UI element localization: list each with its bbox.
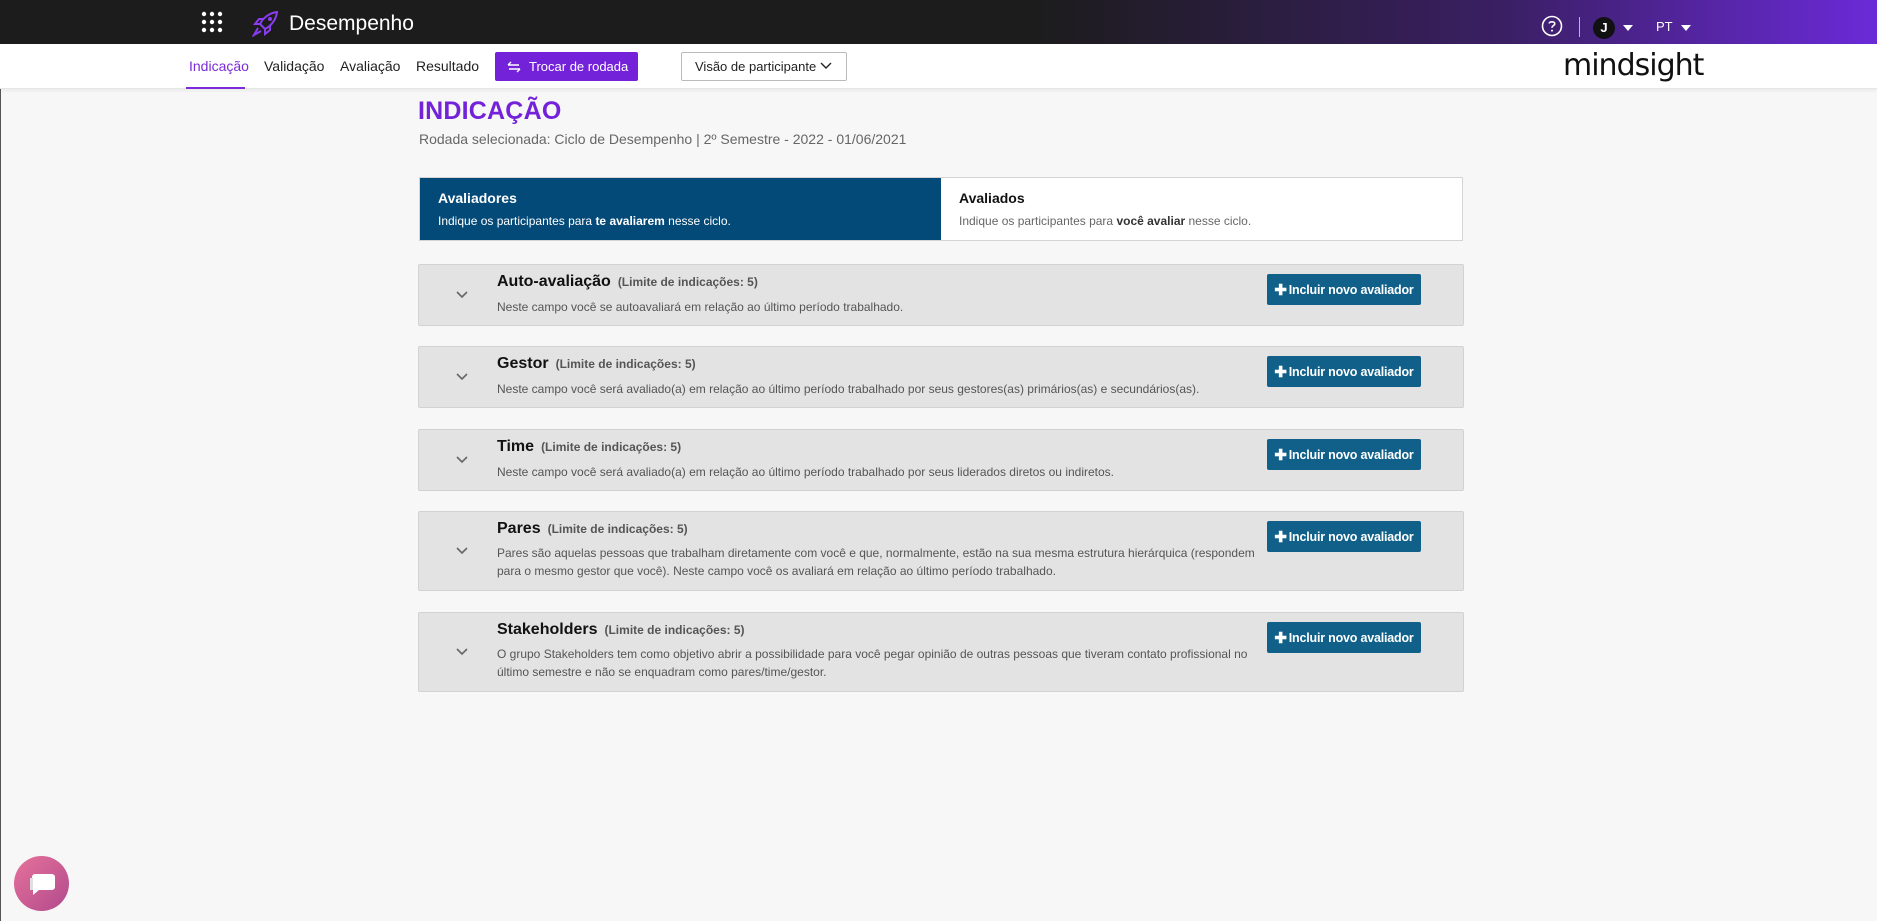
section-header: Pares (Limite de indicações: 5): [497, 520, 688, 538]
tab-avaliadores[interactable]: Avaliadores Indique os participantes par…: [420, 178, 941, 240]
view-select[interactable]: Visão de participante: [681, 52, 847, 81]
tab-avaliados-title: Avaliados: [959, 190, 1025, 206]
section-description: Neste campo você se autoavaliará em rela…: [497, 300, 904, 314]
plus-icon: ✚: [1274, 528, 1287, 546]
nav-tab-resultado[interactable]: Resultado: [416, 58, 479, 74]
section-card-auto-avaliacao: Auto-avaliação (Limite de indicações: 5)…: [418, 264, 1464, 326]
add-evaluator-button[interactable]: ✚ Incluir novo avaliador: [1267, 356, 1421, 387]
section-description: Neste campo você será avaliado(a) em rel…: [497, 382, 1200, 396]
add-evaluator-button[interactable]: ✚ Incluir novo avaliador: [1267, 439, 1421, 470]
plus-icon: ✚: [1274, 629, 1287, 647]
nav-tab-avaliacao[interactable]: Avaliação: [340, 58, 400, 74]
section-description: Neste campo você será avaliado(a) em rel…: [497, 465, 1115, 479]
section-limit: (Limite de indicações: 5): [617, 275, 758, 289]
caret-down-icon[interactable]: [1623, 25, 1633, 31]
view-select-value: Visão de participante: [695, 59, 817, 74]
brand-logo: mindsight: [1563, 48, 1704, 83]
language-selector[interactable]: PT: [1656, 19, 1673, 34]
chevron-down-icon[interactable]: [455, 647, 469, 656]
swap-round-button[interactable]: Trocar de rodada: [495, 52, 638, 81]
add-evaluator-button[interactable]: ✚ Incluir novo avaliador: [1267, 274, 1421, 305]
section-header: Auto-avaliação (Limite de indicações: 5): [497, 273, 758, 291]
apps-grid-icon[interactable]: [200, 10, 224, 34]
chat-bubble-icon: [29, 873, 55, 895]
plus-icon: ✚: [1274, 446, 1287, 464]
add-evaluator-button[interactable]: ✚ Incluir novo avaliador: [1267, 622, 1421, 653]
swap-round-label: Trocar de rodada: [529, 59, 629, 74]
app-title: Desempenho: [289, 12, 414, 35]
section-description: Pares são aquelas pessoas que trabalham …: [497, 546, 1255, 578]
section-card-pares: Pares (Limite de indicações: 5) Pares sã…: [418, 511, 1464, 591]
page-title: INDICAÇÃO: [418, 97, 562, 125]
swap-arrows-icon: [507, 61, 521, 72]
chevron-down-icon[interactable]: [455, 372, 469, 381]
add-evaluator-button[interactable]: ✚ Incluir novo avaliador: [1267, 521, 1421, 552]
rocket-icon: [252, 11, 279, 37]
divider: [1579, 17, 1580, 37]
section-card-gestor: Gestor (Limite de indicações: 5) Neste c…: [418, 346, 1464, 408]
section-name: Auto-avaliação: [497, 273, 611, 290]
active-tab-indicator: [186, 87, 245, 89]
tab-avaliados-subtitle: Indique os participantes para você avali…: [959, 214, 1252, 228]
plus-icon: ✚: [1274, 363, 1287, 381]
section-name: Pares: [497, 520, 541, 537]
section-card-stakeholders: Stakeholders (Limite de indicações: 5) O…: [418, 612, 1464, 692]
nav-tab-indicacao[interactable]: Indicação: [189, 58, 249, 74]
nav-tab-validacao[interactable]: Validação: [264, 58, 324, 74]
section-header: Stakeholders (Limite de indicações: 5): [497, 621, 745, 639]
chevron-down-icon[interactable]: [455, 455, 469, 464]
evaluator-toggle: Avaliadores Indique os participantes par…: [419, 177, 1463, 241]
chevron-down-icon: [820, 62, 832, 69]
left-border: [0, 89, 1, 921]
section-limit: (Limite de indicações: 5): [541, 440, 682, 454]
tab-avaliadores-title: Avaliadores: [438, 190, 517, 206]
section-name: Time: [497, 438, 535, 455]
section-header: Time (Limite de indicações: 5): [497, 438, 681, 456]
section-limit: (Limite de indicações: 5): [604, 623, 745, 637]
user-avatar[interactable]: J: [1593, 17, 1615, 39]
nav-bar: Indicação Validação Avaliação Resultado …: [0, 44, 1877, 89]
section-card-time: Time (Limite de indicações: 5) Neste cam…: [418, 429, 1464, 491]
section-limit: (Limite de indicações: 5): [555, 357, 696, 371]
tab-avaliadores-subtitle: Indique os participantes para te avaliar…: [438, 214, 731, 228]
round-info: Rodada selecionada: Ciclo de Desempenho …: [419, 131, 907, 147]
help-icon[interactable]: [1541, 15, 1563, 37]
chat-widget-button[interactable]: [14, 856, 69, 911]
section-name: Gestor: [497, 355, 549, 372]
top-bar: Desempenho J PT: [0, 0, 1877, 44]
chevron-down-icon[interactable]: [455, 546, 469, 555]
plus-icon: ✚: [1274, 281, 1287, 299]
caret-down-icon[interactable]: [1681, 25, 1691, 31]
section-description: O grupo Stakeholders tem como objetivo a…: [497, 647, 1248, 679]
section-name: Stakeholders: [497, 621, 598, 638]
section-header: Gestor (Limite de indicações: 5): [497, 355, 696, 373]
section-limit: (Limite de indicações: 5): [547, 522, 688, 536]
tab-avaliados[interactable]: Avaliados Indique os participantes para …: [941, 178, 1462, 240]
chevron-down-icon[interactable]: [455, 290, 469, 299]
